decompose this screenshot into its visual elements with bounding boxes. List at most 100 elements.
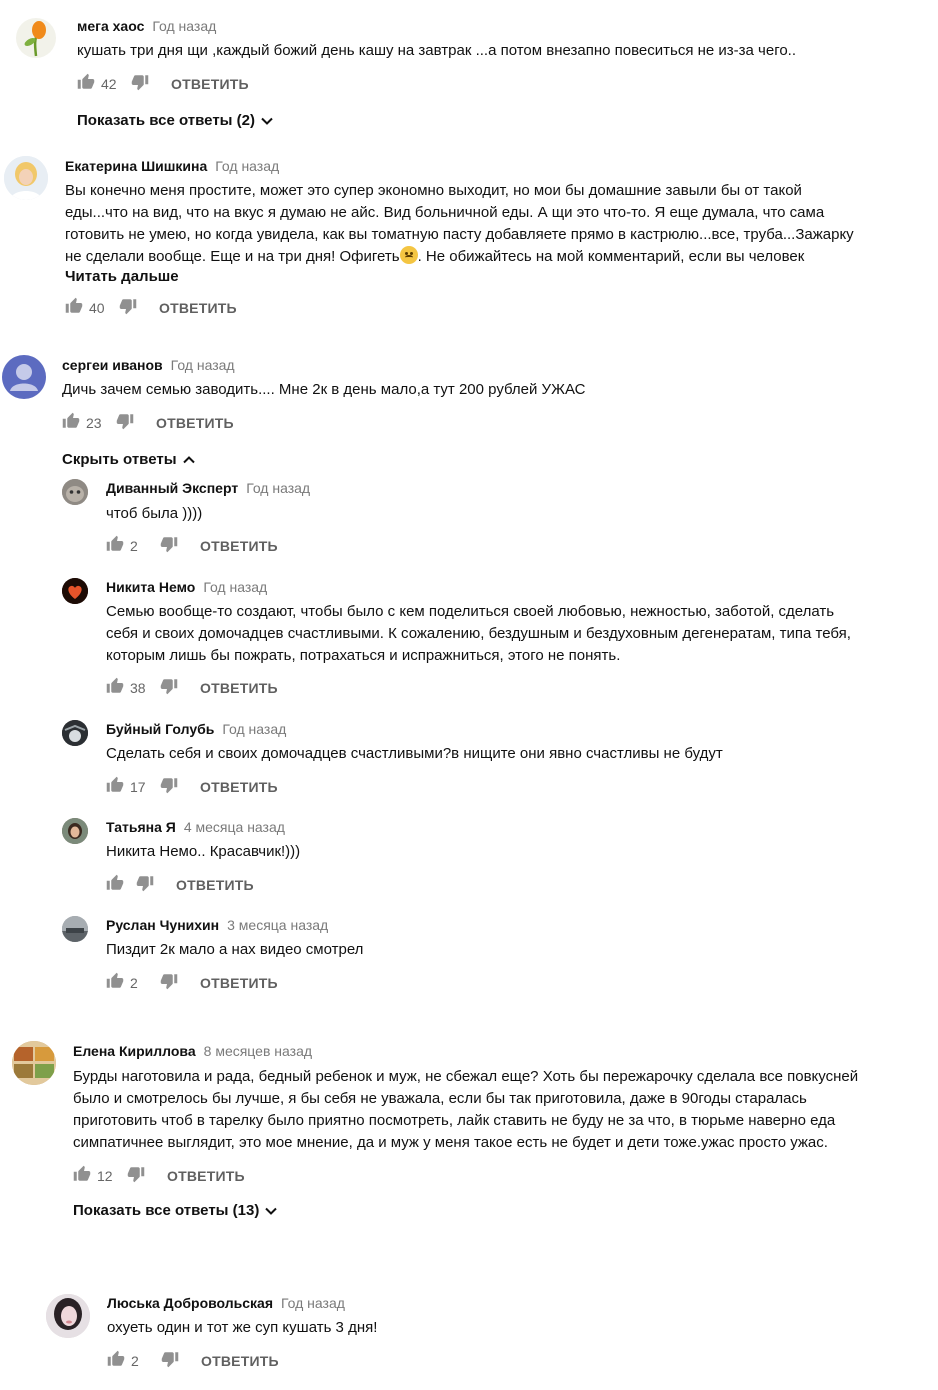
avatar[interactable] [62, 916, 88, 942]
comment-text: Вы конечно меня простите, может это супе… [65, 180, 854, 268]
reply-author[interactable]: Буйный Голубь Год назад [106, 721, 286, 737]
comment-line: кушать три дня щи ,каждый божий день каш… [77, 42, 797, 59]
comment-line: Семью вообще-то создают, чтобы было с ке… [106, 603, 835, 620]
like-icon[interactable] [106, 776, 124, 799]
reply-button[interactable]: ОТВЕТИТЬ [167, 1168, 245, 1184]
reply-button[interactable]: ОТВЕТИТЬ [200, 680, 278, 696]
comment-author[interactable]: Елена Кириллова 8 месяцев назад [73, 1043, 312, 1059]
comment-time[interactable]: 4 месяца назад [184, 819, 285, 835]
like-icon[interactable] [65, 297, 83, 320]
hide-replies-label: Скрыть ответы [62, 451, 177, 468]
comment-time[interactable]: Год назад [281, 1295, 345, 1311]
reply-button[interactable]: ОТВЕТИТЬ [200, 538, 278, 554]
author-name[interactable]: Буйный Голубь [106, 721, 214, 737]
dislike-icon[interactable] [127, 1165, 145, 1188]
dislike-icon[interactable] [131, 73, 149, 96]
dislike-icon[interactable] [116, 412, 134, 435]
comment-time[interactable]: 3 месяца назад [227, 917, 328, 933]
reply-author[interactable]: Диванный Эксперт Год назад [106, 480, 310, 496]
like-count: 2 [130, 538, 138, 554]
reply-author[interactable]: Никита Немо Год назад [106, 579, 267, 595]
avatar-image [62, 916, 88, 942]
comment-line: приготовить чтоб в тарелку было приятно … [73, 1112, 836, 1129]
reply-button[interactable]: ОТВЕТИТЬ [201, 1353, 279, 1369]
reply-text: Сделать себя и своих домочадцев счастлив… [106, 743, 723, 765]
like-icon[interactable] [77, 73, 95, 96]
reply-button[interactable]: ОТВЕТИТЬ [159, 300, 237, 316]
comment-actions: 23 ОТВЕТИТЬ [62, 412, 234, 434]
reply-button[interactable]: ОТВЕТИТЬ [171, 76, 249, 92]
comment-line: Дичь зачем семью заводить.... Мне 2к в д… [62, 381, 586, 398]
read-more-button[interactable]: Читать дальше [65, 268, 179, 285]
comment-text: Дичь зачем семью заводить.... Мне 2к в д… [62, 379, 585, 401]
chevron-down-icon [265, 1207, 278, 1215]
heart-avatar-icon [62, 578, 88, 604]
reply-button[interactable]: ОТВЕТИТЬ [176, 877, 254, 893]
comment-line: Пиздит 2к мало а нах видео смотрел [106, 941, 364, 958]
like-icon[interactable] [106, 972, 124, 995]
author-name[interactable]: Татьяна Я [106, 819, 176, 835]
show-replies-button[interactable]: Показать все ответы (2) [77, 112, 274, 129]
reply-author[interactable]: Руслан Чунихин 3 месяца назад [106, 917, 328, 933]
avatar[interactable] [12, 1041, 56, 1085]
author-name[interactable]: Никита Немо [106, 579, 195, 595]
reply-button[interactable]: ОТВЕТИТЬ [156, 415, 234, 431]
comment-time[interactable]: 8 месяцев назад [204, 1043, 312, 1059]
reply-button[interactable]: ОТВЕТИТЬ [200, 779, 278, 795]
comment-line: готовить не умею, но когда увидела, как … [65, 226, 854, 243]
avatar-image [62, 720, 88, 746]
like-icon[interactable] [73, 1165, 91, 1188]
comment-time[interactable]: Год назад [222, 721, 286, 737]
dislike-icon[interactable] [160, 677, 178, 700]
comment-time[interactable]: Год назад [171, 357, 235, 373]
like-icon[interactable] [106, 677, 124, 700]
avatar[interactable] [62, 818, 88, 844]
avatar[interactable] [46, 1294, 90, 1338]
author-name[interactable]: Руслан Чунихин [106, 917, 219, 933]
like-icon[interactable] [107, 1350, 125, 1373]
reply-author[interactable]: Татьяна Я 4 месяца назад [106, 819, 285, 835]
comment-author[interactable]: Люська Добровольская Год назад [107, 1295, 345, 1311]
avatar[interactable] [4, 156, 48, 200]
comment-line: Бурды наготовила и рада, бедный ребенок … [73, 1068, 859, 1085]
like-count: 12 [97, 1168, 113, 1184]
avatar[interactable] [62, 479, 88, 505]
author-name[interactable]: Диванный Эксперт [106, 480, 238, 496]
comment-line: охуеть один и тот же суп кушать 3 дня! [107, 1319, 378, 1336]
show-replies-button[interactable]: Показать все ответы (13) [73, 1202, 278, 1219]
comment-time[interactable]: Год назад [203, 579, 267, 595]
author-name[interactable]: Екатерина Шишкина [65, 158, 207, 174]
dislike-icon[interactable] [160, 776, 178, 799]
avatar[interactable] [62, 720, 88, 746]
default-user-icon [10, 364, 38, 391]
comment-time[interactable]: Год назад [152, 18, 216, 34]
comment-time[interactable]: Год назад [246, 480, 310, 496]
chevron-down-icon [261, 117, 273, 125]
like-count: 17 [130, 779, 146, 795]
hide-replies-button[interactable]: Скрыть ответы [62, 451, 196, 468]
dislike-icon[interactable] [119, 297, 137, 320]
avatar[interactable] [16, 18, 56, 58]
like-icon[interactable] [106, 874, 124, 897]
dislike-icon[interactable] [136, 874, 154, 897]
dislike-icon[interactable] [161, 1350, 179, 1373]
comment-text: охуеть один и тот же суп кушать 3 дня! [107, 1317, 377, 1339]
comment-author[interactable]: мега хаос Год назад [77, 18, 216, 34]
author-name[interactable]: мега хаос [77, 18, 144, 34]
like-icon[interactable] [62, 412, 80, 435]
comment-author[interactable]: Екатерина Шишкина Год назад [65, 158, 279, 174]
dislike-icon[interactable] [160, 535, 178, 558]
like-icon[interactable] [106, 535, 124, 558]
avatar[interactable] [2, 355, 46, 399]
avatar[interactable] [62, 578, 88, 604]
comment-time[interactable]: Год назад [215, 158, 279, 174]
reply-text: Никита Немо.. Красавчик!))) [106, 841, 300, 863]
author-name[interactable]: сергеи иванов [62, 357, 163, 373]
dislike-icon[interactable] [160, 972, 178, 995]
comment-text: кушать три дня щи ,каждый божий день каш… [77, 40, 796, 62]
avatar-image [46, 1294, 90, 1338]
author-name[interactable]: Елена Кириллова [73, 1043, 196, 1059]
reply-button[interactable]: ОТВЕТИТЬ [200, 975, 278, 991]
author-name[interactable]: Люська Добровольская [107, 1295, 273, 1311]
comment-author[interactable]: сергеи иванов Год назад [62, 357, 235, 373]
